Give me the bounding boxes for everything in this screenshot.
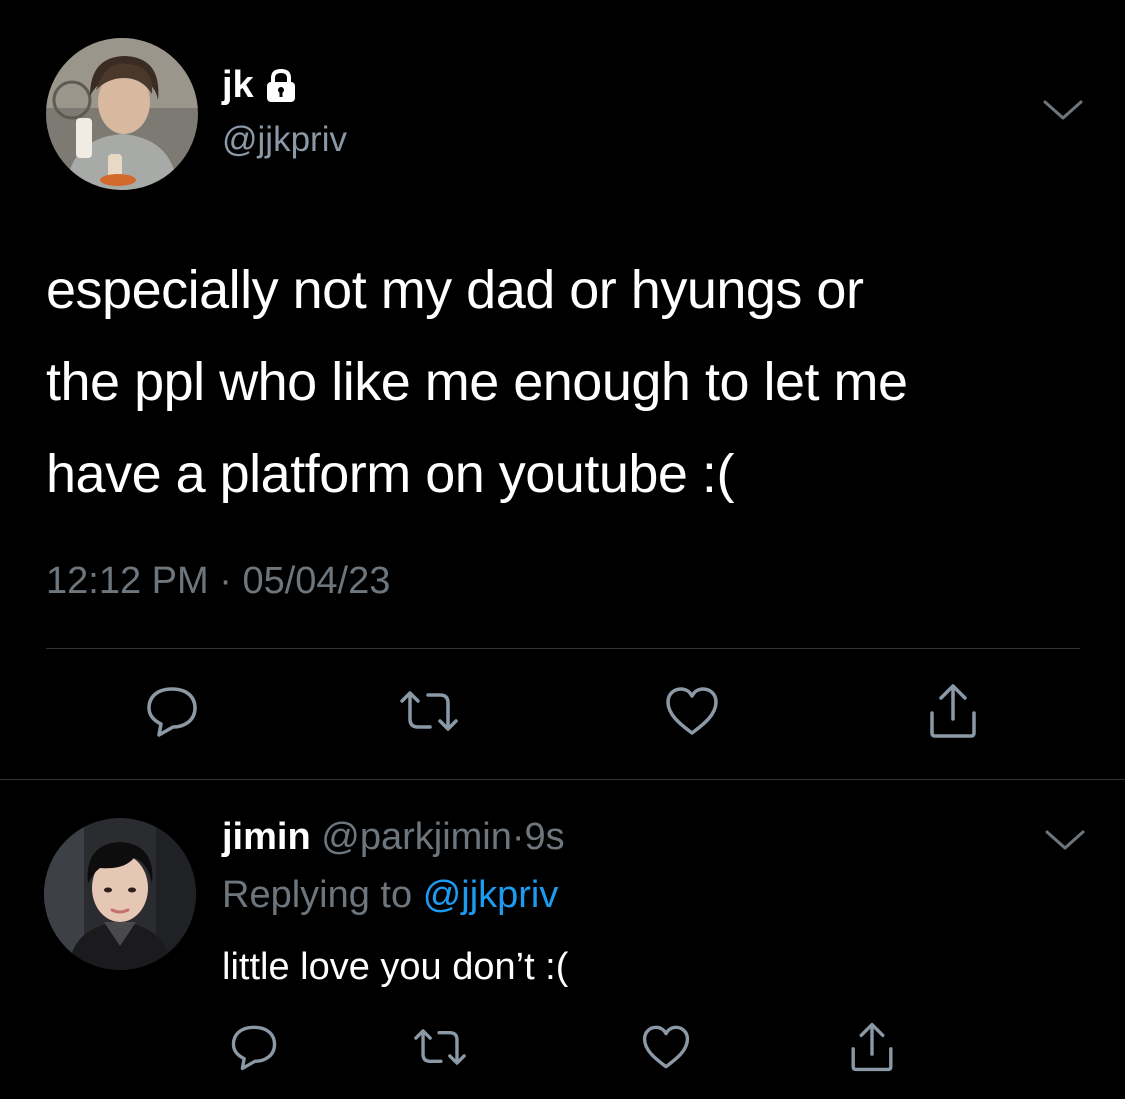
meta-separator: · <box>219 560 232 602</box>
reply-separator: · <box>511 816 525 858</box>
chevron-down-icon[interactable] <box>1042 98 1084 122</box>
replying-mention-link[interactable]: @jjkpriv <box>423 874 559 916</box>
author-name-row: jk <box>222 66 298 104</box>
share-icon[interactable] <box>846 1020 898 1074</box>
reply-author-avatar[interactable] <box>44 818 196 970</box>
reply-author-name[interactable]: jimin <box>222 816 311 858</box>
reply-text: little love you don’t :( <box>222 946 569 988</box>
reply-author-handle[interactable]: @parkjimin <box>321 816 512 858</box>
reply-icon[interactable] <box>228 1022 280 1072</box>
chevron-down-icon[interactable] <box>1044 828 1086 852</box>
retweet-icon[interactable] <box>410 1022 470 1072</box>
section-divider <box>0 779 1125 780</box>
reply-header: jimin @parkjimin·9s <box>222 818 565 856</box>
lock-icon <box>266 68 295 102</box>
reply-icon[interactable] <box>143 683 201 739</box>
avatar-photo <box>46 38 198 190</box>
share-icon[interactable] <box>924 681 982 741</box>
tweet-text: especially not my dad or hyungs or the p… <box>46 260 908 504</box>
avatar-photo <box>44 818 196 970</box>
tweet-timestamp[interactable]: 12:12 PM · 05/04/23 <box>46 562 390 600</box>
author-name[interactable]: jk <box>222 66 254 104</box>
replying-to: Replying to @jjkpriv <box>222 876 558 914</box>
retweet-icon[interactable] <box>396 683 462 739</box>
replying-prefix: Replying to <box>222 874 413 916</box>
like-icon[interactable] <box>640 1022 692 1072</box>
reply-time[interactable]: 9s <box>525 816 565 858</box>
like-icon[interactable] <box>663 683 721 739</box>
main-tweet: jk @jjkpriv especially not my dad or hyu… <box>0 0 1125 780</box>
tweet-time: 12:12 PM <box>46 560 209 602</box>
divider <box>46 648 1080 649</box>
author-handle[interactable]: @jjkpriv <box>222 122 347 157</box>
author-avatar[interactable] <box>46 38 198 190</box>
tweet-date: 05/04/23 <box>242 560 391 602</box>
